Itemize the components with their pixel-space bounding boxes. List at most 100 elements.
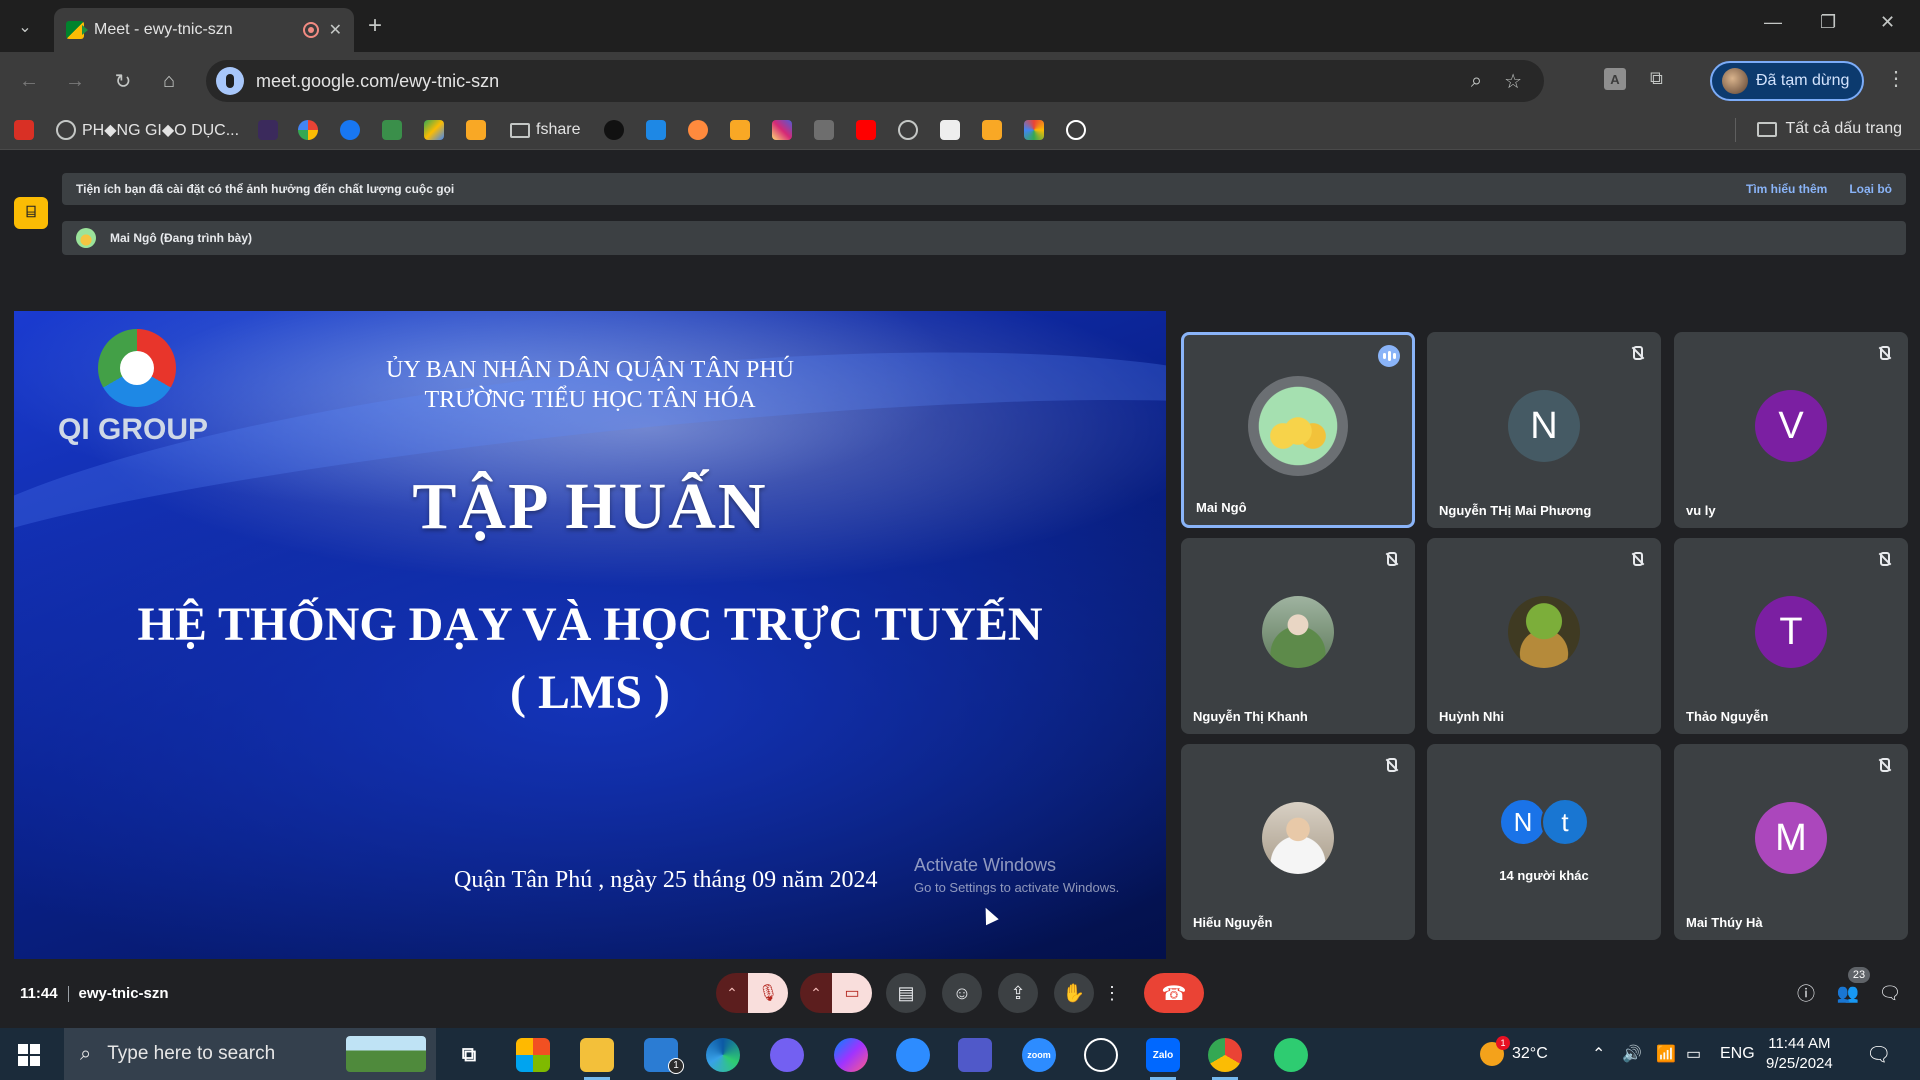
- facebook-icon[interactable]: [340, 120, 360, 140]
- participant-tile[interactable]: Mai Ngô: [1181, 332, 1415, 528]
- translate-extension-icon[interactable]: A: [1604, 68, 1626, 90]
- chrome-icon[interactable]: [1208, 1038, 1242, 1080]
- bookmark-tot-icon[interactable]: [466, 120, 486, 140]
- teams-icon[interactable]: [958, 1038, 992, 1072]
- bookmark-1[interactable]: [14, 120, 34, 140]
- forward-icon[interactable]: →: [60, 66, 90, 96]
- more-options-icon[interactable]: ⋮: [1100, 973, 1124, 1013]
- profile-avatar: [1722, 68, 1748, 94]
- task-view-icon[interactable]: ⧉: [452, 1038, 486, 1072]
- reload-icon[interactable]: ↻: [108, 66, 138, 96]
- taskbar-clock[interactable]: 11:44 AM 9/25/2024: [1766, 1034, 1833, 1074]
- network-icon[interactable]: 📶: [1656, 1028, 1676, 1080]
- bookmark-phong-giao-duc[interactable]: PH◆NG GI◆O DỤC...: [56, 120, 239, 140]
- bookmark-7[interactable]: [940, 120, 960, 140]
- tumblr-icon[interactable]: [604, 120, 624, 140]
- participant-avatar: [1248, 376, 1348, 477]
- tab-search-icon[interactable]: ⌄: [8, 10, 42, 44]
- zalo-icon[interactable]: Zalo: [1146, 1038, 1180, 1080]
- microsoft-store-icon[interactable]: [516, 1038, 550, 1072]
- leave-call-button[interactable]: ☎: [1144, 973, 1204, 1013]
- others-tile[interactable]: N t 14 người khác: [1427, 744, 1661, 940]
- address-bar[interactable]: meet.google.com/ewy-tnic-szn ⌕ ☆: [206, 60, 1544, 102]
- minimize-icon[interactable]: —: [1764, 12, 1782, 33]
- participant-tile[interactable]: Hiếu Nguyễn: [1181, 744, 1415, 940]
- viber-icon[interactable]: [770, 1038, 804, 1072]
- mic-options-chevron-icon[interactable]: ⌃: [716, 973, 748, 1013]
- windows-start-icon[interactable]: [18, 1044, 40, 1066]
- bookmark-fshare[interactable]: fshare: [510, 120, 580, 140]
- refresh-app-icon[interactable]: [1274, 1038, 1308, 1072]
- extensions-icon[interactable]: ⧉: [1650, 68, 1663, 89]
- language-indicator[interactable]: ENG: [1720, 1028, 1755, 1080]
- tab-meet[interactable]: Meet - ewy-tnic-szn ✕: [54, 8, 354, 52]
- participant-name: Nguyễn Thị Khanh: [1193, 709, 1308, 724]
- bookmark-4[interactable]: [646, 120, 666, 140]
- maps-icon[interactable]: [424, 120, 444, 140]
- participant-tile[interactable]: T Thảo Nguyễn: [1674, 538, 1908, 734]
- camera-off-button[interactable]: ▭: [832, 973, 872, 1013]
- bookmark-3[interactable]: [382, 120, 402, 140]
- zoom-icon[interactable]: ⌕: [1471, 70, 1482, 93]
- presenter-bar: Mai Ngô (Đang trình bày): [62, 221, 1906, 255]
- maps-pin-icon[interactable]: [1084, 1038, 1118, 1072]
- instagram-icon[interactable]: [772, 120, 792, 140]
- camera-options-chevron-icon[interactable]: ⌃: [800, 973, 832, 1013]
- participant-tile[interactable]: Nguyễn Thị Khanh: [1181, 538, 1415, 734]
- presentation-slide: QI GROUP ỦY BAN NHÂN DÂN QUẬN TÂN PHÚ TR…: [14, 311, 1166, 959]
- youtube-icon[interactable]: [856, 120, 876, 140]
- others-avatars: N t: [1499, 798, 1589, 847]
- restore-icon[interactable]: ❐: [1820, 12, 1836, 33]
- google-icon[interactable]: [298, 120, 318, 140]
- globe-icon[interactable]: [898, 120, 918, 140]
- browser-menu-icon[interactable]: ⋮: [1886, 66, 1906, 91]
- battery-icon[interactable]: ▭: [1686, 1028, 1701, 1080]
- participant-tile[interactable]: Huỳnh Nhi: [1427, 538, 1661, 734]
- participant-tile[interactable]: V vu ly: [1674, 332, 1908, 528]
- volume-icon[interactable]: 🔊: [1622, 1028, 1642, 1080]
- zoom-icon[interactable]: zoom: [1022, 1038, 1056, 1072]
- notifications-icon[interactable]: 🗨: [1866, 1028, 1891, 1080]
- tab-close-icon[interactable]: ✕: [329, 20, 342, 40]
- people-icon[interactable]: 👥: [1836, 981, 1860, 1005]
- dismiss-link[interactable]: Loại bỏ: [1849, 182, 1892, 196]
- profile-button[interactable]: Đã tạm dừng: [1710, 61, 1864, 101]
- learn-more-link[interactable]: Tìm hiểu thêm: [1746, 182, 1827, 196]
- meet-page: ⌸ Tiện ích bạn đã cài đặt có thể ảnh hưở…: [0, 151, 1920, 1028]
- participant-tile[interactable]: N Nguyễn THị Mai Phương: [1427, 332, 1661, 528]
- participant-name: Huỳnh Nhi: [1439, 709, 1504, 724]
- captions-button[interactable]: ▤: [886, 973, 926, 1013]
- edge-icon[interactable]: [706, 1038, 740, 1072]
- mic-site-icon[interactable]: [216, 67, 244, 95]
- file-explorer-icon[interactable]: [580, 1038, 614, 1080]
- chat-icon[interactable]: 🗨: [1878, 981, 1902, 1005]
- mic-off-button[interactable]: 🎙: [748, 973, 788, 1013]
- zoom-meetings-icon[interactable]: [896, 1038, 930, 1072]
- present-screen-button[interactable]: ⇪: [998, 973, 1038, 1013]
- bookmark-8[interactable]: [1024, 120, 1044, 140]
- home-icon[interactable]: ⌂: [154, 66, 184, 96]
- emoji-reaction-button[interactable]: ☺: [942, 973, 982, 1013]
- participant-avatar: T: [1755, 596, 1827, 669]
- meeting-details-icon[interactable]: ⓘ: [1794, 981, 1818, 1005]
- url-text[interactable]: meet.google.com/ewy-tnic-szn: [256, 71, 1471, 92]
- close-window-icon[interactable]: ✕: [1880, 12, 1895, 33]
- messenger-icon[interactable]: [834, 1038, 868, 1072]
- activity-badge-icon[interactable]: ⌸: [14, 197, 48, 229]
- mic-off-icon: [1383, 756, 1401, 774]
- new-tab-button[interactable]: +: [368, 12, 382, 40]
- weather-widget[interactable]: 32°C: [1480, 1028, 1548, 1080]
- chatgpt-icon[interactable]: [1066, 120, 1086, 140]
- bookmark-2[interactable]: [258, 120, 278, 140]
- show-hidden-icons-icon[interactable]: ⌃: [1592, 1028, 1605, 1080]
- bookmark-star-icon[interactable]: ☆: [1504, 69, 1522, 94]
- raise-hand-button[interactable]: ✋: [1054, 973, 1094, 1013]
- all-bookmarks-button[interactable]: Tất cả dấu trang: [1757, 120, 1902, 138]
- bookmark-5[interactable]: [688, 120, 708, 140]
- bookmark-6[interactable]: [814, 120, 834, 140]
- back-icon[interactable]: ←: [14, 66, 44, 96]
- bookmark-tot-icon[interactable]: [730, 120, 750, 140]
- participant-tile[interactable]: M Mai Thúy Hà: [1674, 744, 1908, 940]
- taskbar-search-box[interactable]: ⌕ Type here to search: [64, 1028, 436, 1080]
- bookmark-tot-icon[interactable]: [982, 120, 1002, 140]
